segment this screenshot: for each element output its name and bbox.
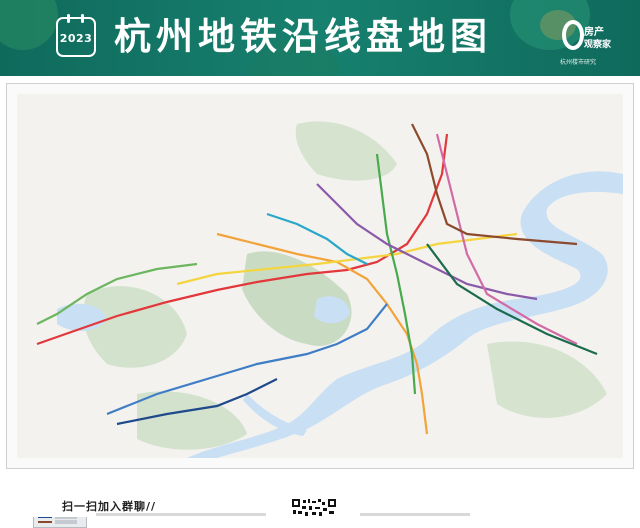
brand-line1: 房产 <box>584 27 604 38</box>
calendar-year-badge: 2023 <box>56 14 96 57</box>
page-title: 杭州地铁沿线盘地图 <box>114 15 492 58</box>
footer-text-faded <box>96 513 266 516</box>
footer-text-faded-right <box>360 513 470 516</box>
qr-code-icon[interactable] <box>291 498 337 517</box>
brand-line2: 观察家 <box>584 40 612 50</box>
brand-tagline: 杭州楼市研究 <box>560 59 597 66</box>
calendar-rings-icon <box>65 14 87 23</box>
legend-row <box>38 520 84 524</box>
metro-map <box>17 94 623 458</box>
metro-map-frame <box>6 83 634 528</box>
year-label: 2023 <box>59 32 93 45</box>
brand-logo: 房产 观察家 <box>562 20 622 52</box>
scan-join-group-text: 扫一扫加入群聊// <box>62 500 157 513</box>
leaf-decoration-left <box>0 0 58 50</box>
header-banner: 2023 杭州地铁沿线盘地图 房产 观察家 杭州楼市研究 <box>0 0 640 76</box>
brand-o-mark-icon <box>562 20 584 50</box>
